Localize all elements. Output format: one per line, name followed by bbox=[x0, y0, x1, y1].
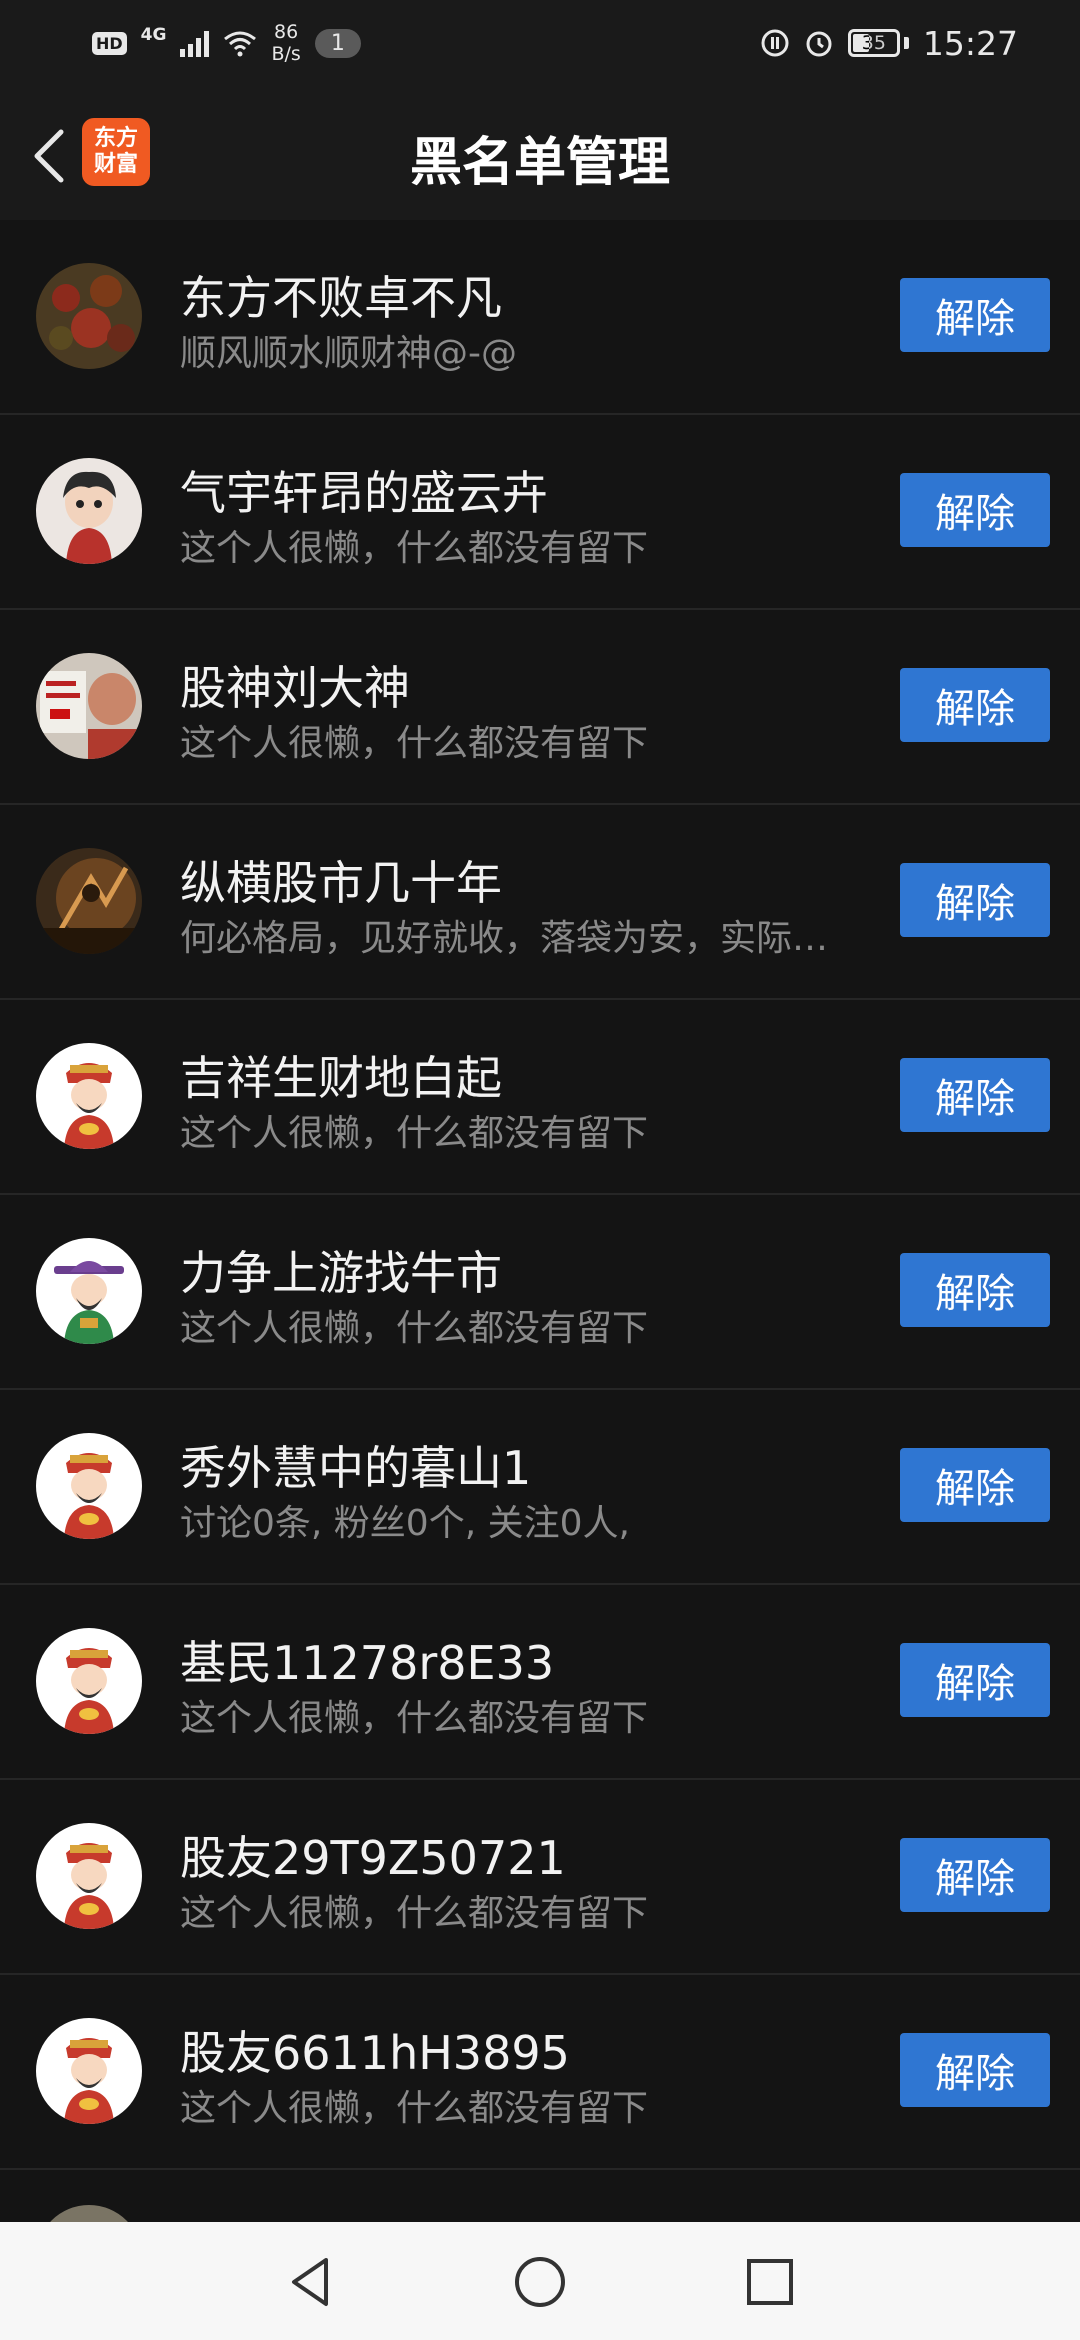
user-bio: 这个人很懒，什么都没有留下 bbox=[180, 1698, 649, 1739]
blocked-user-row: 气宇轩昂的盛云卉这个人很懒，什么都没有留下 解除 bbox=[0, 415, 1080, 610]
blocked-user-row: 力争上游找牛市这个人很懒，什么都没有留下 解除 bbox=[0, 1195, 1080, 1390]
blocklist: 东方不败卓不凡 顺风顺水顺财神@-@ 解除 气宇轩昂的盛云卉 这个人很懒，什么都没有留下… bbox=[0, 220, 1080, 2230]
system-nav-bar bbox=[0, 2222, 1080, 2340]
battery-level: 35 bbox=[861, 32, 886, 54]
user-name: 东方不败卓不凡 bbox=[180, 271, 502, 325]
avatar bbox=[36, 848, 142, 954]
blocked-user-row: 股友29T9Z50721 这个人很懒，什么都没有留下 解除 bbox=[0, 1780, 1080, 1975]
avatar bbox=[36, 1433, 142, 1539]
blocked-user-row: 基民11278r8E33 这个人很懒，什么都没有留下 解除 bbox=[0, 1585, 1080, 1780]
speed-unit: B/s bbox=[271, 43, 301, 65]
hd-badge: HD bbox=[92, 31, 127, 55]
unblock-button[interactable]: 解除 bbox=[900, 1643, 1050, 1717]
user-bio: 何必格局，见好就收，落袋为安，实际… bbox=[180, 918, 829, 959]
nav-home-button[interactable] bbox=[508, 2250, 572, 2314]
unblock-button[interactable]: 解除 bbox=[900, 1448, 1050, 1522]
user-name: 股友6611hH3895 bbox=[180, 2026, 570, 2080]
page-title: 黑名单管理 bbox=[409, 133, 670, 193]
user-bio: 顺风顺水顺财神@-@ bbox=[180, 333, 517, 374]
avatar bbox=[36, 653, 142, 759]
nav-recents-button[interactable] bbox=[738, 2250, 802, 2314]
avatar bbox=[36, 1238, 142, 1344]
user-name: 秀外慧中的暮山1 bbox=[180, 1441, 532, 1495]
user-bio: 这个人很懒，什么都没有留下 bbox=[180, 528, 649, 569]
signal-icon bbox=[180, 29, 210, 57]
nav-back-button[interactable] bbox=[278, 2250, 342, 2314]
unblock-button[interactable]: 解除 bbox=[900, 2033, 1050, 2107]
clock: 15:27 bbox=[922, 23, 1018, 63]
avatar bbox=[36, 1823, 142, 1929]
user-name: 纵横股市几十年 bbox=[180, 856, 502, 910]
user-bio: 这个人很懒，什么都没有留下 bbox=[180, 1308, 649, 1349]
notification-count: 1 bbox=[314, 28, 361, 58]
eye-comfort-icon bbox=[761, 29, 789, 57]
user-name: 股友29T9Z50721 bbox=[180, 1831, 566, 1885]
avatar bbox=[36, 2018, 142, 2124]
blocked-user-row: 秀外慧中的暮山1 讨论0条, 粉丝0个, 关注0人, 解除 bbox=[0, 1390, 1080, 1585]
avatar bbox=[36, 263, 142, 369]
blocked-user-row: 东方不败卓不凡顺风顺水顺财神@-@ 解除 bbox=[0, 220, 1080, 415]
network-speed: 86 B/s bbox=[271, 21, 300, 65]
battery-icon: 35 bbox=[847, 29, 900, 57]
unblock-button[interactable]: 解除 bbox=[900, 863, 1050, 937]
user-bio: 这个人很懒，什么都没有留下 bbox=[180, 2088, 649, 2129]
user-name: 力争上游找牛市 bbox=[180, 1246, 502, 1300]
header: 东方 财富 黑名单管理 bbox=[0, 84, 1080, 220]
user-bio: 这个人很懒，什么都没有留下 bbox=[180, 1893, 649, 1934]
user-name: 基民11278r8E33 bbox=[180, 1636, 555, 1690]
avatar bbox=[36, 1628, 142, 1734]
blocked-user-row: 股友6611hH3895 这个人很懒，什么都没有留下 解除 bbox=[0, 1975, 1080, 2170]
avatar bbox=[36, 1043, 142, 1149]
status-right: 35 15:27 bbox=[760, 18, 1018, 68]
unblock-button[interactable]: 解除 bbox=[900, 1838, 1050, 1912]
blocked-user-row: 吉祥生财地白起这个人很懒，什么都没有留下 解除 bbox=[0, 1000, 1080, 1195]
unblock-button[interactable]: 解除 bbox=[900, 278, 1050, 352]
status-bar: HD 4G 86 B/s 1 35 15:27 bbox=[0, 0, 1080, 84]
user-bio: 讨论0条, 粉丝0个, 关注0人, bbox=[180, 1503, 630, 1544]
unblock-button[interactable]: 解除 bbox=[900, 668, 1050, 742]
avatar bbox=[36, 458, 142, 564]
blocked-user-row-partial bbox=[0, 2170, 1080, 2230]
unblock-button[interactable]: 解除 bbox=[900, 1058, 1050, 1132]
user-name: 气宇轩昂的盛云卉 bbox=[180, 466, 548, 520]
unblock-button[interactable]: 解除 bbox=[900, 1253, 1050, 1327]
alarm-icon bbox=[806, 31, 832, 57]
user-bio: 这个人很懒，什么都没有留下 bbox=[180, 723, 649, 764]
user-name: 吉祥生财地白起 bbox=[180, 1051, 502, 1105]
speed-value: 86 bbox=[274, 21, 299, 43]
blocked-user-row: 纵横股市几十年何必格局，见好就收，落袋为安，实际… 解除 bbox=[0, 805, 1080, 1000]
wifi-icon bbox=[224, 31, 257, 57]
user-bio: 这个人很懒，什么都没有留下 bbox=[180, 1113, 649, 1154]
unblock-button[interactable]: 解除 bbox=[900, 473, 1050, 547]
user-name: 股神刘大神 bbox=[180, 661, 410, 715]
network-type: 4G bbox=[140, 25, 167, 45]
blocked-user-row: 股神刘大神这个人很懒，什么都没有留下 解除 bbox=[0, 610, 1080, 805]
status-left: HD 4G 86 B/s 1 bbox=[92, 18, 361, 68]
